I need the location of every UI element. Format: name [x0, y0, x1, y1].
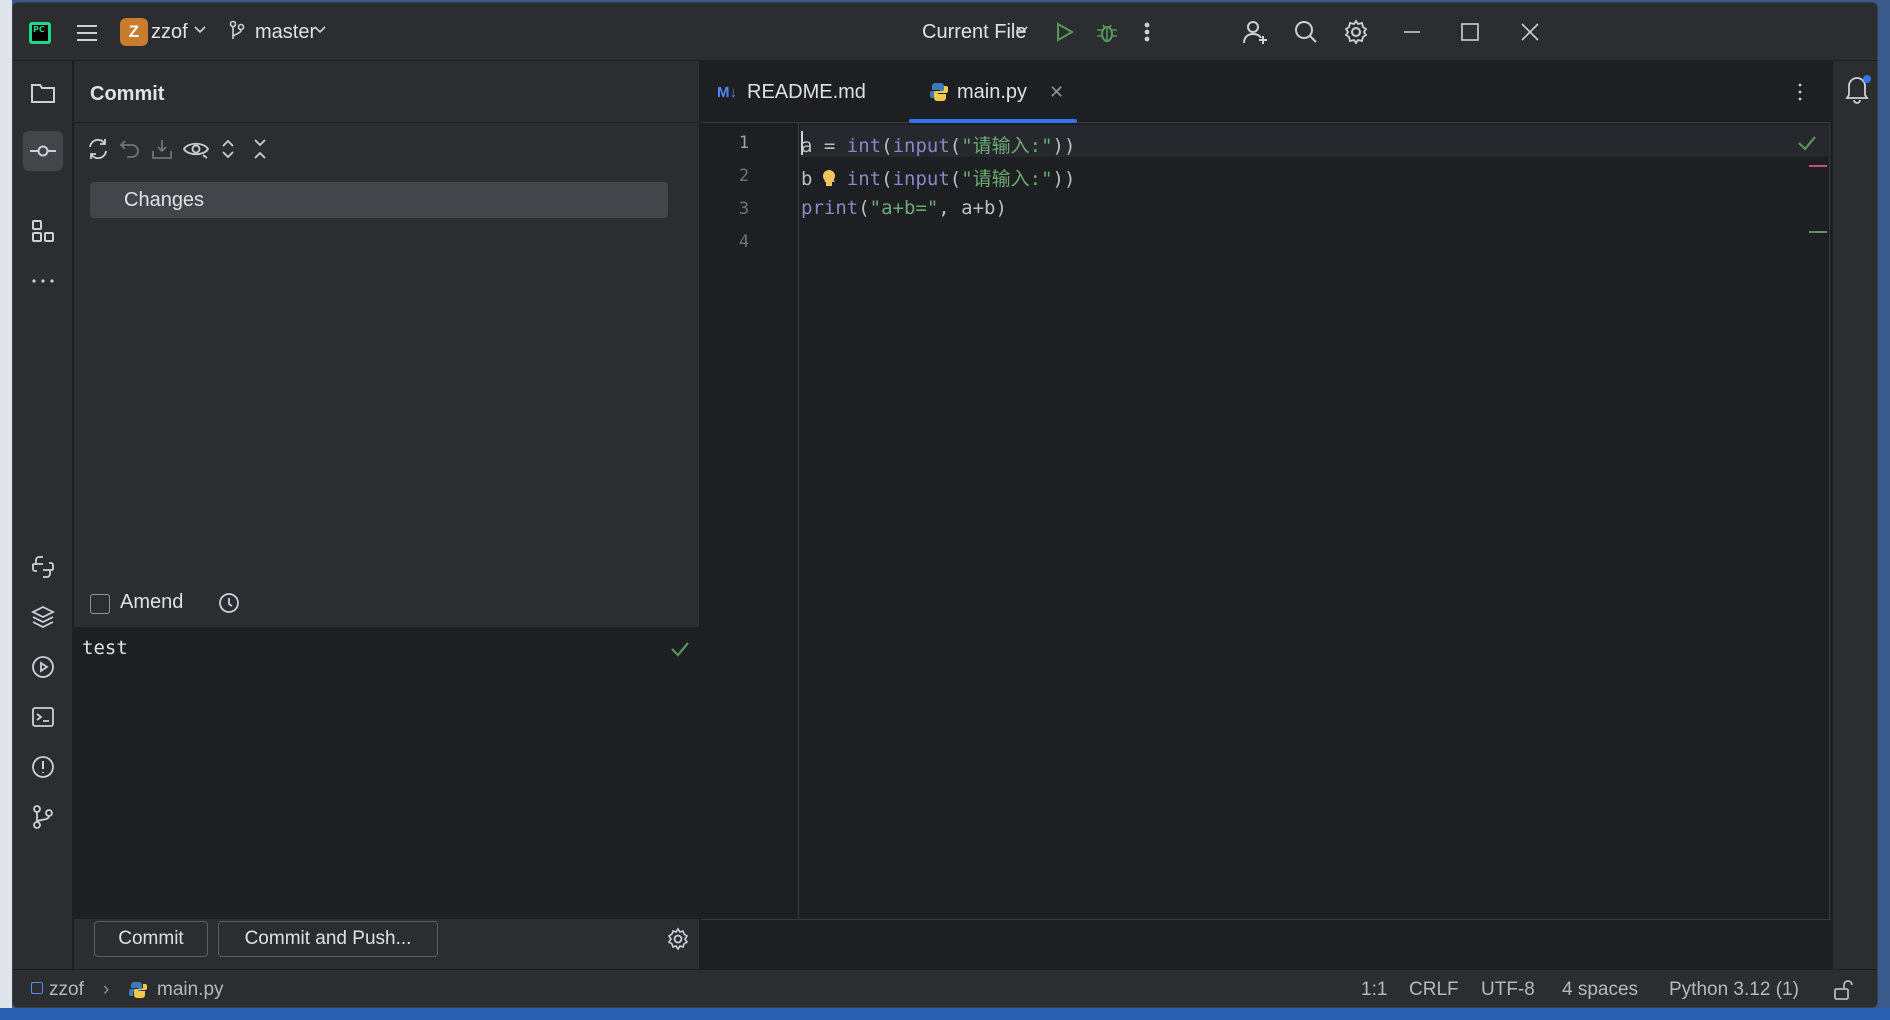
project-name[interactable]: zzof	[151, 21, 188, 44]
chevron-down-icon[interactable]	[313, 23, 327, 37]
commit-message-input[interactable]: test	[74, 627, 700, 919]
code-editor: M↓ README.md main.py ✕ 1 2 3 4 a = int(i…	[701, 61, 1831, 969]
problems-icon[interactable]	[23, 747, 63, 787]
spellcheck-ok-icon	[670, 641, 690, 662]
text-caret	[801, 131, 803, 155]
desktop-taskbar-edge	[0, 1008, 1890, 1020]
more-actions-icon[interactable]	[1135, 16, 1159, 48]
services-icon[interactable]	[23, 647, 63, 687]
branch-icon	[227, 19, 247, 41]
debug-icon[interactable]	[1091, 16, 1123, 48]
amend-checkbox[interactable]	[90, 594, 110, 614]
run-config-selector[interactable]: Current File	[922, 21, 1026, 44]
minimize-window-icon[interactable]	[1395, 17, 1429, 47]
line-number-gutter: 1 2 3 4	[701, 123, 799, 919]
python-console-icon[interactable]	[23, 547, 63, 587]
chevron-down-icon[interactable]	[1015, 23, 1029, 37]
line-number: 2	[738, 166, 750, 186]
panel-title: Commit	[90, 83, 165, 105]
interpreter-selector[interactable]: Python 3.12 (1)	[1669, 979, 1799, 1001]
tab-readme[interactable]: M↓ README.md	[717, 61, 866, 123]
line-number: 4	[738, 232, 750, 252]
project-folder-icon[interactable]	[23, 73, 63, 113]
code-line-1[interactable]: a = int(input("请输入:"))	[801, 131, 1075, 158]
commit-button[interactable]: Commit	[94, 921, 208, 957]
main-menu-icon[interactable]	[71, 17, 103, 49]
close-window-icon[interactable]	[1513, 17, 1547, 47]
rollback-icon[interactable]	[114, 133, 146, 165]
changes-group-row[interactable]: Changes	[90, 182, 668, 218]
close-tab-icon[interactable]: ✕	[1049, 82, 1064, 103]
amend-label[interactable]: Amend	[120, 591, 183, 614]
ide-window: PC Z zzof master Current File Commit Cha…	[12, 2, 1878, 1008]
git-icon[interactable]	[23, 797, 63, 837]
code-with-me-icon[interactable]	[1239, 15, 1273, 49]
python-file-icon	[929, 82, 949, 102]
tab-label: main.py	[957, 80, 1028, 103]
indent-selector[interactable]: 4 spaces	[1562, 979, 1638, 1001]
maximize-window-icon[interactable]	[1453, 17, 1487, 47]
change-marker-added	[1809, 231, 1827, 233]
python-packages-icon[interactable]	[23, 597, 63, 637]
commit-options-gear-icon[interactable]	[666, 927, 690, 956]
encoding-selector[interactable]: UTF-8	[1481, 979, 1535, 1001]
breadcrumb-chevron-icon: ›	[103, 979, 110, 1000]
shelve-icon[interactable]	[146, 133, 178, 165]
code-line-3[interactable]: print("a+b=", a+b)	[801, 197, 1007, 219]
python-file-icon	[129, 981, 147, 1005]
no-problems-check-icon	[1797, 135, 1817, 156]
refresh-icon[interactable]	[82, 133, 114, 165]
tab-main-py[interactable]: main.py ✕	[929, 61, 1064, 123]
lock-icon[interactable]	[1833, 980, 1853, 1006]
expand-all-icon[interactable]	[212, 133, 244, 165]
structure-icon[interactable]	[23, 211, 63, 251]
commit-and-push-button[interactable]: Commit and Push...	[218, 921, 438, 957]
more-tools-icon[interactable]	[23, 261, 63, 301]
module-icon	[31, 982, 43, 994]
tab-label: README.md	[747, 80, 866, 103]
notifications-bell-icon[interactable]	[1843, 73, 1873, 107]
left-tool-strip	[13, 61, 73, 969]
breadcrumb-project[interactable]: zzof	[49, 979, 84, 1001]
project-avatar[interactable]: Z	[120, 18, 148, 46]
changes-label: Changes	[124, 189, 205, 211]
right-tool-strip	[1832, 61, 1877, 969]
search-icon[interactable]	[1289, 15, 1323, 49]
divider	[74, 122, 700, 123]
line-ending-selector[interactable]: CRLF	[1409, 979, 1459, 1001]
breadcrumb-file[interactable]: main.py	[157, 979, 224, 1001]
chevron-down-icon[interactable]	[193, 23, 207, 37]
collapse-all-icon[interactable]	[244, 133, 276, 165]
title-bar: PC Z zzof master Current File	[13, 3, 1877, 61]
editor-tabs: M↓ README.md main.py ✕	[701, 61, 1831, 123]
status-bar: zzof › main.py 1:1 CRLF UTF-8 4 spaces P…	[13, 969, 1877, 1007]
commit-tool-icon[interactable]	[23, 131, 63, 171]
editor-more-icon[interactable]	[1797, 61, 1803, 123]
commit-panel: Commit Changes Amend test Commit Commit …	[74, 61, 700, 969]
markdown-file-icon: M↓	[717, 83, 737, 101]
commit-history-clock-icon[interactable]	[217, 591, 241, 620]
line-number: 1	[738, 133, 750, 153]
caret-position[interactable]: 1:1	[1361, 979, 1387, 1001]
intention-bulb-icon[interactable]	[821, 169, 837, 194]
settings-gear-icon[interactable]	[1339, 15, 1373, 49]
terminal-icon[interactable]	[23, 697, 63, 737]
branch-name[interactable]: master	[255, 21, 316, 44]
divider	[701, 919, 1831, 920]
run-icon[interactable]	[1049, 16, 1081, 48]
desktop-left-edge	[0, 0, 12, 1020]
scrollbar-track[interactable]	[1829, 123, 1830, 919]
active-tab-indicator	[909, 119, 1077, 123]
line-number: 3	[738, 199, 750, 219]
pycharm-logo-icon: PC	[29, 22, 51, 44]
view-options-eye-icon[interactable]	[180, 133, 212, 165]
change-marker-removed	[1809, 165, 1827, 167]
code-line-2[interactable]: b = int(input("请输入:"))	[801, 164, 1075, 191]
commit-message-text[interactable]: test	[82, 637, 128, 659]
